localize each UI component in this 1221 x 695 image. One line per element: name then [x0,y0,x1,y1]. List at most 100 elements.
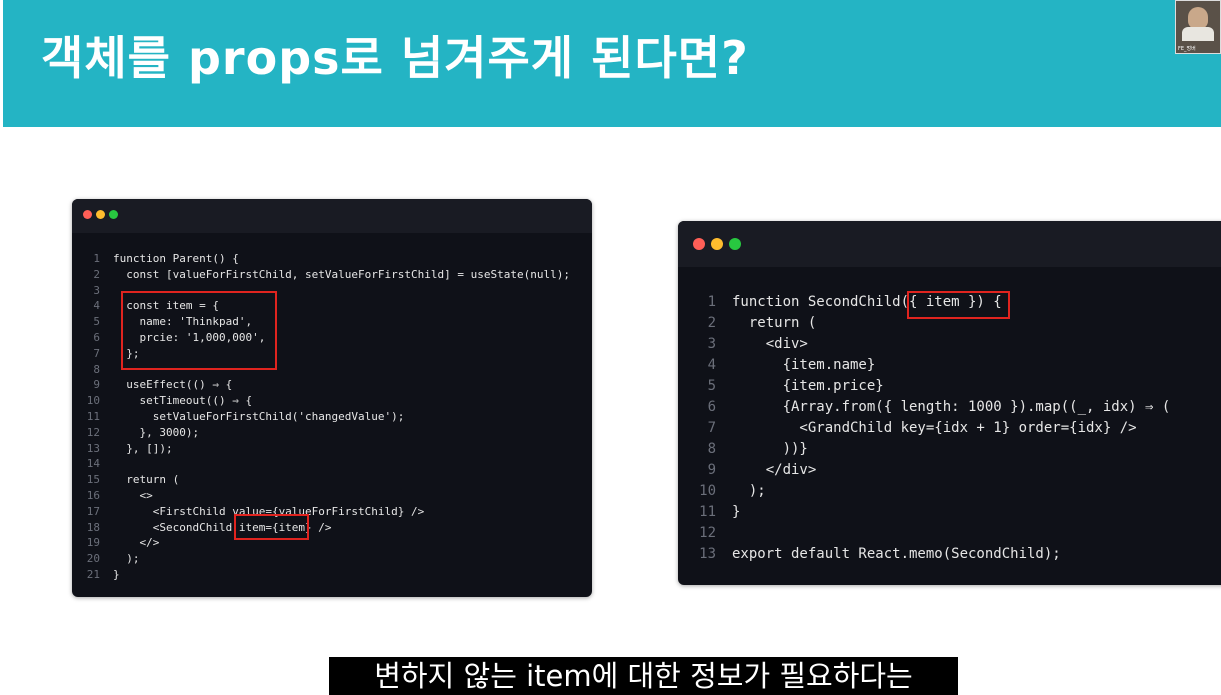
line-number: 6 [707,399,716,415]
code-line: 6 {Array.from({ length: 1000 }).map((_, … [696,397,1171,418]
code-line: 5 {item.price} [696,376,1170,397]
code-text: <GrandChild key={idx + 1} order={idx} /> [732,420,1137,436]
line-number: 8 [93,362,100,376]
line-number: 6 [93,330,100,344]
code-line: 9 </div> [696,460,1170,481]
code-line: 16 <> [86,488,570,504]
line-number: 18 [86,520,100,534]
code-text: function Parent() { [113,252,239,265]
slide-title: 객체를 props로 넘겨주게 된다면? [41,31,749,85]
line-number: 11 [86,409,100,423]
line-number: 15 [86,473,100,487]
code-text: {Array.from({ length: 1000 }).map((_, id… [732,399,1171,415]
code-line: 8 ))} [696,439,1170,460]
code-text: {item.price} [732,378,884,394]
line-number: 16 [86,488,100,502]
code-line: 12 [696,523,1170,544]
item-object-highlight [121,291,277,370]
line-number: 4 [707,357,716,373]
code-text: </> [113,536,160,550]
code-text: return ( [732,315,817,331]
code-line: 4 {item.name} [696,355,1170,376]
code-text: const [valueForFirstChild, setValueForFi… [113,267,570,281]
code-text: {item.name} [732,357,876,373]
line-number: 10 [86,394,100,408]
code-text: useEffect(() ⇒ { [113,378,233,392]
code-text: ); [113,552,140,566]
code-text: <div> [732,336,808,352]
line-number: 5 [93,315,100,329]
code-line: 11 setValueForFirstChild('changedValue')… [86,409,570,425]
line-number: 8 [707,441,716,457]
line-number: 2 [707,315,716,331]
line-number: 12 [699,525,716,541]
line-number: 13 [699,546,716,562]
close-dot-icon [83,210,92,219]
close-dot-icon [693,238,705,250]
item-prop-highlight [234,514,309,540]
line-number: 9 [93,378,100,392]
line-number: 2 [93,267,100,281]
code-line: 2 const [valueForFirstChild, setValueFor… [86,267,570,283]
minimize-dot-icon [711,238,723,250]
code-text: setValueForFirstChild('changedValue'); [113,409,405,423]
title-banner: 객체를 props로 넘겨주게 된다면? [3,0,1221,127]
code-line: 1 function Parent() { [86,251,570,267]
code-line: 14 [86,456,570,472]
code-line: 15 return ( [86,472,570,488]
code-text: </div> [732,462,817,478]
code-line: 17 <FirstChild value={valueForFirstChild… [86,504,570,520]
line-number: 4 [93,299,100,313]
line-number: 21 [86,567,100,581]
line-number: 9 [707,462,716,478]
maximize-dot-icon [109,210,118,219]
code-line: 10 setTimeout(() ⇒ { [86,393,570,409]
webcam-caption: FE_멍버 [1178,46,1196,52]
code-text: } [113,567,120,581]
line-number: 5 [707,378,716,394]
right-code-window: 1 function SecondChild({ item }) {2 retur… [678,221,1221,585]
code-line: 7 <GrandChild key={idx + 1} order={idx} … [696,418,1170,439]
line-number: 7 [707,420,716,436]
code-text: return ( [113,473,180,487]
line-number: 3 [707,336,716,352]
code-text: ))} [732,441,808,457]
left-code-window: 1 function Parent() { 2 const [valueForFir… [72,199,592,597]
code-line: 12 }, 3000); [86,425,570,441]
item-param-highlight [907,291,1010,319]
code-text: ); [732,483,766,499]
code-text: export default React.memo(SecondChild); [732,546,1061,562]
line-number: 7 [93,346,100,360]
right-window-titlebar [678,221,1221,267]
code-line: 20 ); [86,551,570,567]
code-line: 18 <SecondChild item={item} /> [86,520,570,536]
code-text: setTimeout(() ⇒ { [113,394,253,408]
code-text: }, 3000); [113,425,200,439]
line-number: 3 [93,283,100,297]
minimize-dot-icon [96,210,105,219]
line-number: 14 [86,457,100,471]
code-line: 3 <div> [696,334,1170,355]
maximize-dot-icon [729,238,741,250]
line-number: 19 [86,536,100,550]
code-line: 13 }, []); [86,441,570,457]
code-line: 13 export default React.memo(SecondChild)… [696,544,1170,565]
line-number: 1 [93,252,100,265]
line-number: 1 [707,294,716,310]
code-line: 10 ); [696,481,1170,502]
presenter-shirt [1182,27,1214,41]
video-subtitle: 변하지 않는 item에 대한 정보가 필요하다는 [329,657,958,695]
line-number: 11 [699,504,716,520]
line-number: 10 [699,483,716,499]
code-text: <> [113,488,153,502]
code-text: }, []); [113,441,173,455]
code-line: 9 useEffect(() ⇒ { [86,377,570,393]
line-number: 12 [86,425,100,439]
code-line: 11} [696,502,1170,523]
right-code-body: 1 function SecondChild({ item }) {2 retur… [696,292,1170,565]
webcam-overlay: FE_멍버 [1175,0,1221,54]
line-number: 13 [86,441,100,455]
line-number: 20 [86,552,100,566]
code-line: 21} [86,567,570,583]
code-text: } [732,504,741,520]
